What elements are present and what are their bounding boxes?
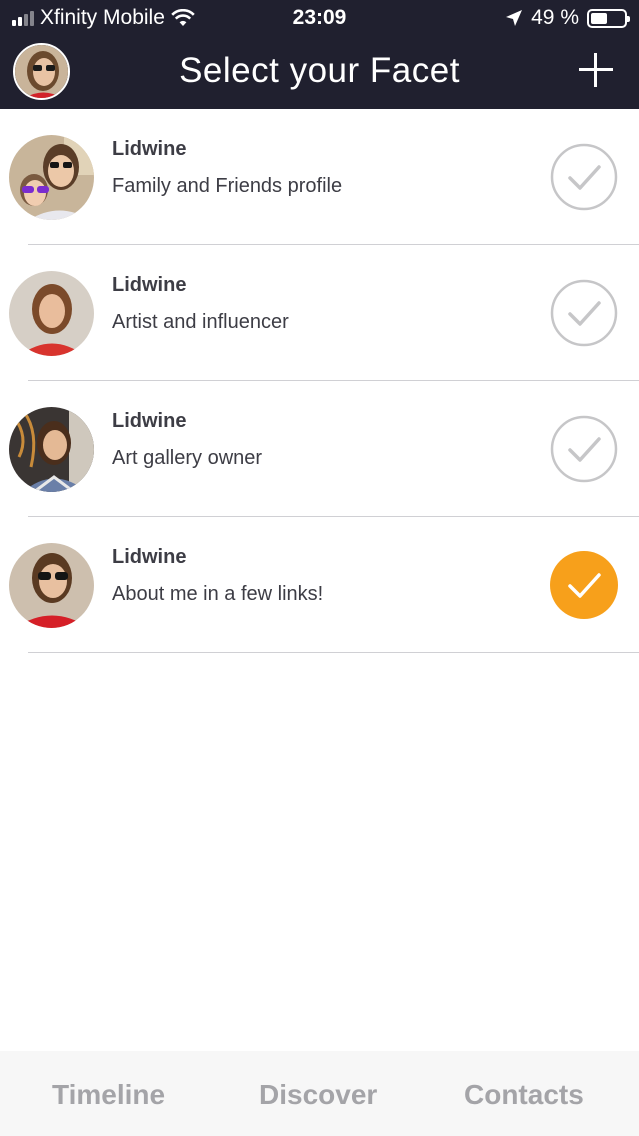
facet-row[interactable]: Lidwine Family and Friends profile: [0, 109, 639, 245]
facet-name: Lidwine: [112, 546, 187, 568]
facet-row[interactable]: Lidwine About me in a few links!: [0, 517, 639, 653]
check-circle-icon[interactable]: [550, 143, 618, 211]
check-circle-icon[interactable]: [550, 415, 618, 483]
facet-description: About me in a few links!: [112, 583, 324, 605]
facet-avatar: [9, 271, 94, 356]
page-title: Select your Facet: [179, 51, 460, 90]
facet-list: Lidwine Family and Friends profile Lidwi…: [0, 109, 639, 653]
tab-bar: Timeline Discover Contacts: [0, 1051, 639, 1136]
facet-row[interactable]: Lidwine Artist and influencer: [0, 245, 639, 381]
facet-name: Lidwine: [112, 138, 187, 160]
facet-avatar: [9, 543, 94, 628]
tab-contacts[interactable]: Contacts: [464, 1079, 584, 1111]
facet-name: Lidwine: [112, 274, 187, 296]
check-circle-icon[interactable]: [550, 279, 618, 347]
facet-row[interactable]: Lidwine Art gallery owner: [0, 381, 639, 517]
nav-bar: Select your Facet: [0, 36, 639, 109]
check-circle-selected-icon[interactable]: [550, 551, 618, 619]
facet-description: Family and Friends profile: [112, 175, 343, 197]
status-right: 49 %: [505, 6, 630, 30]
facet-avatar: [9, 135, 94, 220]
add-facet-button[interactable]: [579, 53, 613, 87]
location-arrow-icon: [506, 10, 523, 26]
battery-percent: 49 %: [531, 6, 579, 29]
facet-description: Artist and influencer: [112, 311, 289, 333]
tab-discover[interactable]: Discover: [259, 1079, 377, 1111]
facet-description: Art gallery owner: [112, 447, 263, 469]
facet-avatar: [9, 407, 94, 492]
battery-icon: [587, 8, 630, 28]
tab-timeline[interactable]: Timeline: [52, 1079, 165, 1111]
status-bar: Xfinity Mobile 23:09 49 %: [0, 0, 639, 36]
row-divider: [28, 652, 639, 653]
facet-name: Lidwine: [112, 410, 187, 432]
